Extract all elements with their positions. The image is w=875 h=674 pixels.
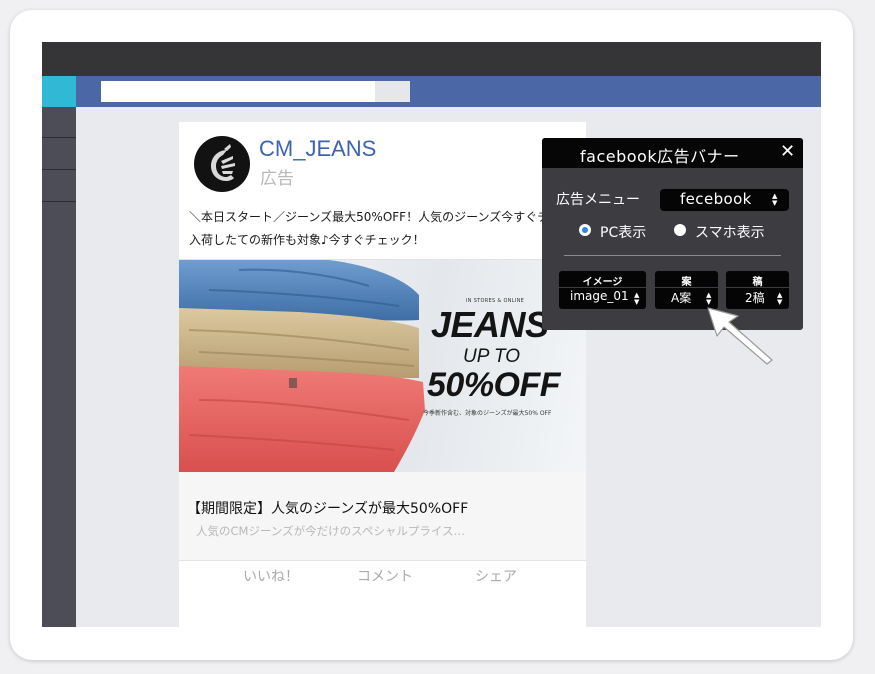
panel-divider xyxy=(564,255,781,256)
page-avatar[interactable] xyxy=(194,136,250,192)
ad-image[interactable]: IN STORES & ONLINE JEANS UP TO 50%OFF 今季… xyxy=(179,260,586,472)
link-preview[interactable]: 【期間限定】人気のジーンズが最大50%OFF 人気のCMジーンズが今だけのスペシ… xyxy=(179,472,586,560)
panel-title: facebook広告バナー xyxy=(580,147,740,166)
facebook-header-bar xyxy=(42,76,821,107)
comment-button[interactable]: コメント xyxy=(357,566,413,586)
post-text-line: 入荷したての新作も対象♪今すぐチェック！ xyxy=(189,233,425,247)
menu-label: 広告メニュー xyxy=(556,192,640,208)
sidebar-divider xyxy=(42,169,76,170)
field-label: イメージ xyxy=(582,277,623,288)
close-icon[interactable]: ✕ xyxy=(780,141,795,162)
field-separator xyxy=(559,287,646,288)
select-arrows-icon: ▲ ▼ xyxy=(772,192,778,207)
search-input[interactable] xyxy=(101,81,409,102)
browser-top-bar xyxy=(42,42,821,76)
image-select[interactable]: イメージ image_01 ▲ ▼ xyxy=(559,271,646,309)
select-arrows-icon: ▲ ▼ xyxy=(634,291,640,306)
link-description: 人気のCMジーンズが今だけのスペシャルプライス… xyxy=(196,524,465,538)
select-arrows-icon: ▲ ▼ xyxy=(777,291,783,306)
field-separator xyxy=(726,287,789,288)
ad-menu-select[interactable]: fecebook ▲ ▼ xyxy=(660,189,789,211)
image-discount: 50%OFF xyxy=(427,366,561,404)
sidebar-divider xyxy=(42,201,76,202)
field-label: 案 xyxy=(681,277,692,288)
field-value: A案 xyxy=(671,291,692,305)
header-accent-block xyxy=(42,76,76,107)
radio-smartphone[interactable] xyxy=(674,224,686,236)
mouse-pointer-icon xyxy=(707,307,773,365)
radio-pc[interactable] xyxy=(579,224,591,236)
sidebar-divider xyxy=(42,137,76,138)
field-value: image_01 xyxy=(570,289,629,303)
post-text-line: ＼本日スタート／ジーンズ最大50%OFF！人気のジーンズ今すぐチェ xyxy=(189,210,562,224)
link-title: 【期間限定】人気のジーンズが最大50%OFF xyxy=(187,501,469,517)
search-button[interactable] xyxy=(375,81,410,102)
divider xyxy=(179,560,586,561)
image-note: 今季新作含む、対象のジーンズが最大50% OFF xyxy=(423,410,552,417)
ad-menu-value: fecebook xyxy=(680,190,752,208)
left-sidebar xyxy=(42,107,76,627)
radio-smartphone-label: スマホ表示 xyxy=(695,225,765,241)
hand-logo-icon xyxy=(211,144,235,181)
ad-post-card: CM_JEANS 広告 ＼本日スタート／ジーンズ最大50%OFF！人気のジーンズ… xyxy=(179,122,586,627)
radio-pc-label: PC表示 xyxy=(600,225,647,241)
field-separator xyxy=(655,287,718,288)
panel-header[interactable]: facebook広告バナー ✕ xyxy=(542,138,803,168)
share-button[interactable]: シェア xyxy=(475,566,517,586)
sponsored-label: 広告 xyxy=(260,169,294,189)
image-upto: UP TO xyxy=(463,346,521,367)
field-label: 稿 xyxy=(752,277,763,288)
image-headline: JEANS xyxy=(431,304,549,345)
page-name-link[interactable]: CM_JEANS xyxy=(259,136,376,162)
like-button[interactable]: いいね！ xyxy=(243,566,299,586)
